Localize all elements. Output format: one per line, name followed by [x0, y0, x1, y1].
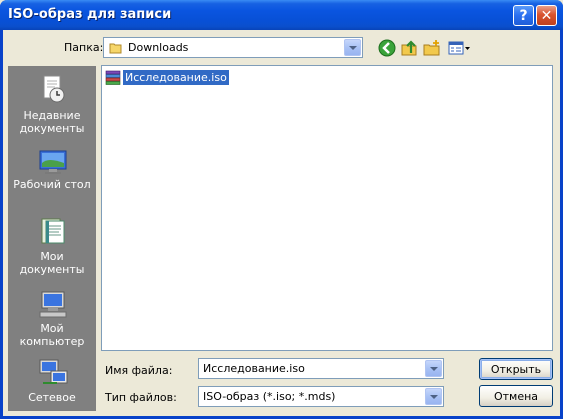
chevron-down-icon[interactable] [425, 360, 442, 377]
place-label-my-computer: Мой компьютер [19, 322, 85, 348]
back-icon[interactable] [377, 38, 397, 58]
place-network[interactable]: Сетевое [9, 355, 95, 407]
window-title: ISO-образ для записи [8, 7, 172, 22]
chevron-down-icon[interactable] [425, 388, 442, 405]
file-list[interactable]: Исследование.iso [101, 65, 553, 351]
place-label-desktop: Рабочий стол [13, 178, 91, 191]
help-button[interactable]: ? [513, 5, 534, 26]
list-item[interactable]: Исследование.iso [105, 69, 229, 87]
look-in-combo[interactable]: Downloads [103, 37, 363, 58]
look-in-label: Папка: [64, 41, 104, 54]
view-menu-icon[interactable] [447, 38, 471, 58]
look-in-value: Downloads [128, 41, 189, 54]
place-label-recent: Недавние документы [19, 109, 85, 135]
place-desktop[interactable]: Рабочий стол [9, 145, 95, 197]
open-button[interactable]: Открыть [479, 358, 553, 380]
filename-input[interactable]: Исследование.iso [198, 358, 444, 379]
new-folder-icon[interactable] [422, 38, 442, 58]
place-label-my-documents: Мои документы [19, 250, 85, 276]
my-computer-icon [39, 291, 67, 318]
close-button[interactable]: ✕ [536, 5, 557, 26]
network-icon [39, 359, 68, 384]
file-name: Исследование.iso [123, 70, 229, 85]
filetype-label: Тип файлов: [105, 391, 177, 404]
desktop-icon [39, 150, 67, 174]
iso-file-icon [105, 70, 121, 85]
place-label-network: Сетевое [28, 391, 76, 404]
place-my-documents[interactable]: Мои документы [9, 213, 95, 276]
place-my-computer[interactable]: Мой компьютер [9, 287, 95, 351]
title-bar[interactable]: ISO-образ для записи ? ✕ [0, 0, 563, 30]
up-folder-icon[interactable] [399, 38, 419, 58]
chevron-down-icon[interactable] [344, 39, 361, 56]
folder-icon [109, 43, 122, 54]
filename-label: Имя файла: [105, 364, 173, 377]
filetype-value: ISO-образ (*.iso; *.mds) [203, 390, 336, 403]
my-documents-icon [41, 218, 65, 244]
filetype-select[interactable]: ISO-образ (*.iso; *.mds) [198, 386, 444, 407]
cancel-button[interactable]: Отмена [479, 385, 553, 407]
filename-value: Исследование.iso [203, 362, 305, 375]
places-bar: Недавние документы Рабочий стол Мои доку… [8, 66, 96, 411]
recent-documents-icon [43, 75, 65, 103]
place-recent[interactable]: Недавние документы [9, 71, 95, 139]
